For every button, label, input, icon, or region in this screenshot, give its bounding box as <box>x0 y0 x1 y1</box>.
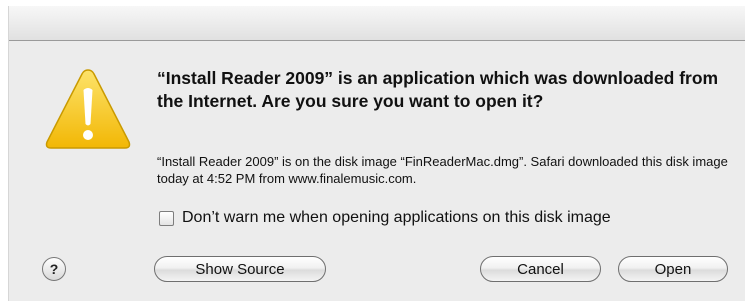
cancel-label: Cancel <box>517 260 564 278</box>
security-warning-dialog: “Install Reader 2009” is an application … <box>8 6 745 301</box>
open-label: Open <box>654 260 692 278</box>
cancel-button[interactable]: Cancel <box>480 256 601 282</box>
show-source-label: Show Source <box>195 260 285 278</box>
dont-warn-checkbox-label[interactable]: Don’t warn me when opening applications … <box>182 209 611 227</box>
open-button[interactable]: Open <box>618 256 728 282</box>
help-icon: ? <box>49 261 59 277</box>
warning-triangle-icon <box>45 69 131 149</box>
dialog-headline: “Install Reader 2009” is an application … <box>157 68 719 111</box>
dont-warn-checkbox-row[interactable]: Don’t warn me when opening applications … <box>159 209 611 227</box>
help-button[interactable]: ? <box>42 257 66 281</box>
dont-warn-checkbox[interactable] <box>159 210 174 226</box>
dialog-details: “Install Reader 2009” is on the disk ima… <box>157 154 728 186</box>
show-source-button[interactable]: Show Source <box>154 256 326 282</box>
dialog-titlebar <box>9 6 745 41</box>
